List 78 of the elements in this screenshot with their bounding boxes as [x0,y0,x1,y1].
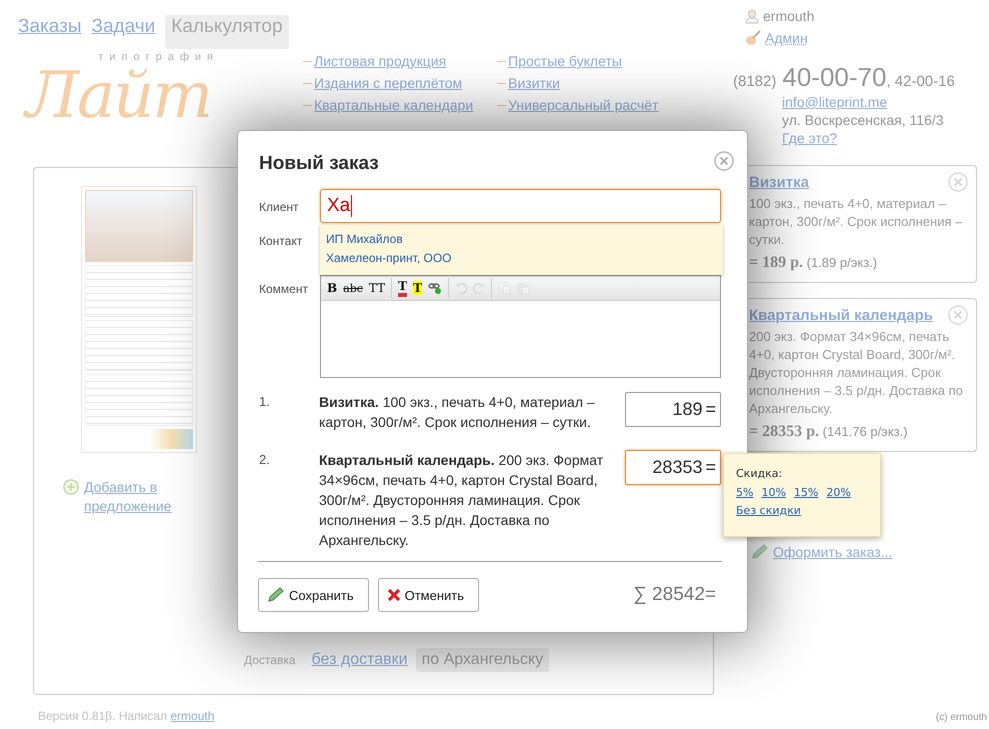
item-description: Визитка. 100 экз., печать 4+0, материал – картон, 300г/м². Срок исполнения – сутки. [319,393,596,432]
dash-bullet [303,104,312,106]
delivery-option[interactable]: без доставки [312,648,408,672]
dash-bullet [497,82,506,84]
unit-price: (1.89 р/экз.) [806,255,878,270]
suggestion-item[interactable]: Хамелеон-принт, ООО [326,249,723,268]
order-total: ∑ 28542= [633,584,716,606]
author-link[interactable]: ermouth [170,709,214,723]
plus-circle-icon [63,479,79,495]
logo-tagline: типография [98,51,219,63]
price-field[interactable]: 28353 = [625,450,721,485]
comment-label: Коммент [259,281,309,296]
size-tool[interactable]: TT [368,281,386,295]
comment-editor[interactable]: B abc TT T T [320,275,721,378]
offer-description: 200 экз. Формат 34×96см, печать 4+0, картон Crystal Board, 300г/м². Двусторонняя ламинация. Срок исполнения – 3.5 р/дн. Доставка по Архангельску. [749,328,964,418]
suggestion-item[interactable]: ИП Михайлов [326,230,723,249]
bold-tool[interactable]: B [327,281,338,295]
offer-total: = 189 р. [749,254,804,271]
area-code: (8182) [733,73,776,90]
dash-bullet [303,60,312,62]
client-input[interactable]: Ха [320,189,721,223]
link-tool[interactable] [428,282,442,294]
discount-option-link[interactable]: 15% [794,486,818,499]
offer-total: = 28353 р. [749,423,820,440]
offer-title-link[interactable]: Визитка [749,174,809,190]
close-icon[interactable] [714,151,734,171]
map-link[interactable]: Где это? [782,130,838,146]
dash-bullet [497,60,506,62]
close-icon[interactable] [948,305,968,325]
product-link[interactable]: Издания с переплётом [314,75,462,91]
color-tool[interactable]: T [398,279,408,297]
phone-number-extra: , 42-00-16 [886,73,955,90]
product-link[interactable]: Квартальные календари [314,97,474,113]
address-text: ул. Воскресенская, 116/3 [782,112,944,128]
product-link[interactable]: Визитки [508,75,560,91]
place-order-link[interactable]: Оформить заказ... [773,544,892,560]
item-number: 1. [259,393,271,409]
copyright-text: (c) ermouth [936,712,987,723]
role-link[interactable]: Админ [765,30,808,46]
item-number: 2. [259,451,271,467]
phone-number: 40-00-70 [782,62,886,93]
version-text: Версия 0.81β. Написал [38,709,168,723]
price-field[interactable]: 189 = [625,392,721,427]
discount-option-link[interactable]: 20% [826,486,851,499]
email-link[interactable]: info@liteprint.me [782,94,888,110]
dash-bullet [303,82,312,84]
pen-icon [751,544,769,560]
product-link[interactable]: Простые буклеты [508,53,622,69]
strike-tool[interactable]: abc [343,282,363,294]
discount-option-link[interactable]: 10% [761,486,786,499]
pen-icon [267,587,285,603]
item-description: Квартальный календарь. 200 экз. Формат 34×96см, печать 4+0, картон Crystal Board, 300г/м². Двусторонняя ламинация. Срок исполнения – 3.5 р/дн. Доставка по Архангельску. [319,451,604,550]
nav-tab[interactable]: Заказы [18,15,82,49]
unit-price: (141.76 р/экз.) [822,424,908,439]
discount-option-link[interactable]: 5% [736,486,754,499]
close-icon[interactable] [948,172,968,192]
cancel-button[interactable]: Отменить [378,578,480,612]
user-name: ermouth [763,8,814,24]
delivery-option[interactable]: по Архангельску [416,648,550,672]
guitar-icon [745,30,761,46]
cross-icon [386,588,401,602]
save-button[interactable]: Сохранить [258,578,369,612]
product-link[interactable]: Листовая продукция [314,53,446,69]
logo-wordmark: Лайт [26,63,211,129]
delivery-label: Доставка [244,653,296,667]
add-to-offer-link[interactable]: Добавить в предложение [84,478,194,516]
discount-title: Скидка: [736,467,784,480]
nav-tab[interactable]: Задачи [92,15,156,49]
client-label: Клиент [259,199,300,214]
dash-bullet [497,104,506,106]
dialog-title: Новый заказ [259,153,379,175]
nav-tab[interactable]: Калькулятор [165,15,289,49]
no-discount-link[interactable]: Без скидки [736,504,801,517]
highlight-tool[interactable]: T [413,281,422,295]
contact-label: Контакт [259,233,304,248]
offer-description: 100 экз., печать 4+0, материал – картон, 300г/м². Срок исполнения – сутки. [749,195,964,249]
user-icon [745,8,759,24]
product-link[interactable]: Универсальный расчёт [508,97,658,113]
